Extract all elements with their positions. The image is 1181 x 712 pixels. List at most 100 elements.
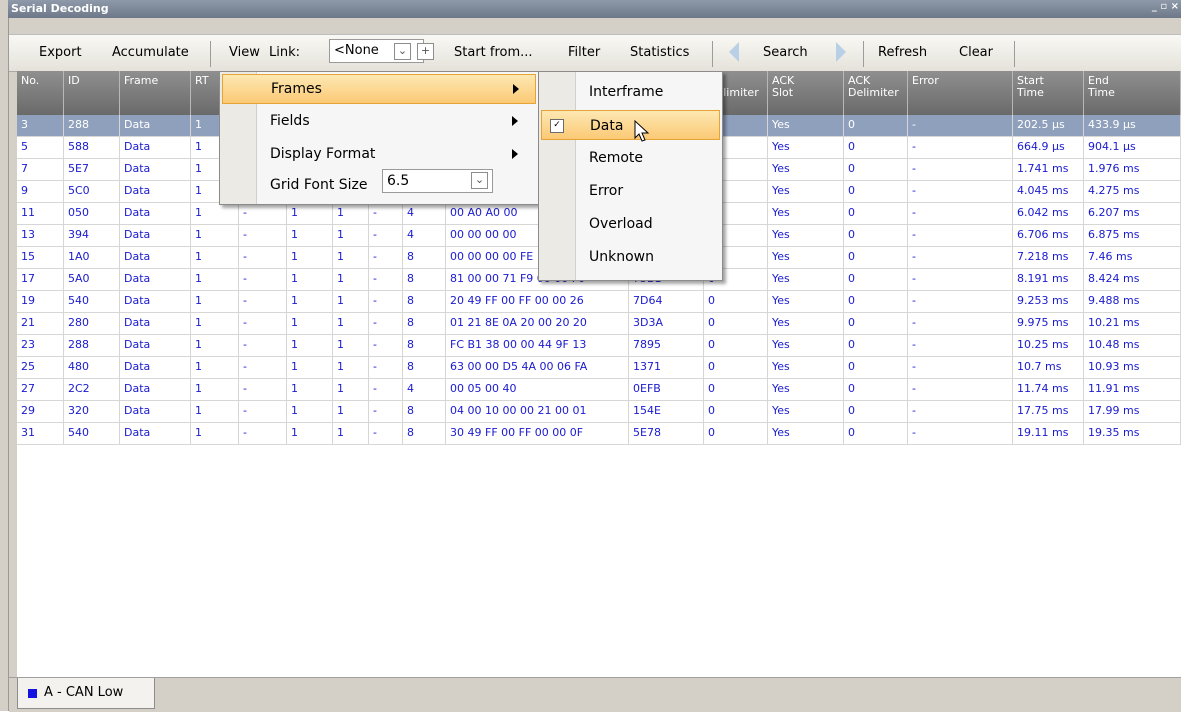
column-header-start-time[interactable]: Start Time (1013, 71, 1084, 115)
export-button[interactable]: Export (39, 45, 82, 60)
column-header-id[interactable]: ID (64, 71, 120, 115)
menu-item-fields-label: Fields (270, 113, 310, 129)
menu-item-display-format[interactable]: Display Format (222, 140, 536, 170)
table-row[interactable]: 25 480 Data 1-1 1-8 63 00 00 D5 4A 00 06 FA 13… (17, 357, 1181, 379)
add-icon[interactable]: + (417, 43, 434, 60)
table-cell-ack: Yes (768, 225, 844, 246)
start-from-button[interactable]: Start from... (454, 45, 533, 60)
channel-color-icon (28, 689, 37, 698)
menu-item-fields[interactable]: Fields (222, 107, 536, 137)
table-row[interactable]: 23 288 Data 1-1 1-8 FC B1 38 00 00 44 9F 13 78… (17, 335, 1181, 357)
table-cell-end: 7.46 ms (1084, 247, 1181, 268)
submenu-item-data[interactable]: ✓ Data (541, 110, 720, 140)
table-cell-no: 11 (17, 203, 64, 224)
submenu-item-error[interactable]: Error (541, 176, 720, 206)
table-cell-frame: Data (120, 247, 191, 268)
column-header-error[interactable]: Error (908, 71, 1013, 115)
submenu-item-remote[interactable]: Remote (541, 143, 720, 173)
table-cell-end: 19.35 ms (1084, 423, 1181, 444)
table-cell-id: 394 (64, 225, 120, 246)
view-menu-button[interactable]: View (229, 45, 260, 60)
channel-tab[interactable]: A - CAN Low (17, 678, 155, 709)
table-cell-c6: 1 (287, 313, 333, 334)
table-cell-err: - (908, 379, 1013, 400)
table-cell-c7: 1 (333, 357, 369, 378)
table-cell-err: - (908, 401, 1013, 422)
table-cell-rt: 1 (191, 401, 239, 422)
submenu-item-interframe[interactable]: Interframe (541, 77, 720, 107)
bottom-tab-bar: A - CAN Low (9, 677, 1181, 712)
statistics-button[interactable]: Statistics (630, 45, 689, 60)
menu-item-frames-label: Frames (271, 81, 322, 97)
menu-item-grid-font-size-label: Grid Font Size (270, 177, 368, 193)
clear-button[interactable]: Clear (959, 45, 993, 60)
table-cell-no: 23 (17, 335, 64, 356)
table-cell-frame: Data (120, 313, 191, 334)
table-cell-ack: Yes (768, 335, 844, 356)
accumulate-button[interactable]: Accumulate (112, 45, 189, 60)
refresh-button[interactable]: Refresh (878, 45, 927, 60)
table-cell-err: - (908, 313, 1013, 334)
mouse-pointer-icon (634, 120, 650, 142)
table-cell-err: - (908, 335, 1013, 356)
table-cell-no: 25 (17, 357, 64, 378)
table-cell-crcd: 0 (704, 291, 768, 312)
toolbar-separator (210, 41, 211, 67)
table-cell-start: 9.975 ms (1013, 313, 1084, 334)
submenu-item-overload[interactable]: Overload (541, 209, 720, 239)
table-cell-id: 540 (64, 291, 120, 312)
table-cell-ackd: 0 (844, 225, 908, 246)
table-cell-dlc: 8 (403, 313, 446, 334)
column-header-ack-slot[interactable]: ACK Slot (768, 71, 844, 115)
table-cell-err: - (908, 423, 1013, 444)
table-cell-c5: - (239, 357, 287, 378)
table-row[interactable]: 29 320 Data 1-1 1-8 04 00 10 00 00 21 00 01 15… (17, 401, 1181, 423)
grid-font-size-select[interactable]: 6.5 ⌄ (382, 169, 493, 193)
table-cell-no: 9 (17, 181, 64, 202)
table-cell-frame: Data (120, 269, 191, 290)
table-cell-c7: 1 (333, 379, 369, 400)
table-cell-rt: 1 (191, 357, 239, 378)
chevron-down-icon[interactable]: ⌄ (394, 43, 411, 60)
search-next-icon[interactable] (836, 42, 846, 62)
table-row[interactable]: 19 540 Data 1-1 1-8 20 49 FF 00 FF 00 00 26 7D… (17, 291, 1181, 313)
grid-font-size-value: 6.5 (387, 173, 410, 189)
column-header-ack-delimiter[interactable]: ACK Delimiter (844, 71, 908, 115)
table-cell-ackd: 0 (844, 401, 908, 422)
table-cell-ack: Yes (768, 401, 844, 422)
table-row[interactable]: 27 2C2 Data 1-1 1-4 00 05 00 40 0EFB 0 Yes 0-11.7… (17, 379, 1181, 401)
table-cell-crcd: 0 (704, 379, 768, 400)
submenu-item-unknown[interactable]: Unknown (541, 242, 720, 272)
table-row[interactable]: 21 280 Data 1-1 1-8 01 21 8E 0A 20 00 20 20 3D… (17, 313, 1181, 335)
column-header-frame[interactable]: Frame (120, 71, 191, 115)
submenu-item-label: Interframe (589, 84, 664, 100)
table-row[interactable]: 31 540 Data 1-1 1-8 30 49 FF 00 FF 00 00 0F 5E… (17, 423, 1181, 445)
table-cell-ackd: 0 (844, 335, 908, 356)
table-cell-frame: Data (120, 137, 191, 158)
table-cell-ackd: 0 (844, 247, 908, 268)
table-cell-c6: 1 (287, 335, 333, 356)
table-cell-frame: Data (120, 159, 191, 180)
table-cell-frame: Data (120, 291, 191, 312)
chevron-down-icon[interactable]: ⌄ (471, 172, 488, 189)
table-cell-crc: 154E (629, 401, 704, 422)
table-cell-id: 288 (64, 335, 120, 356)
table-cell-dlc: 4 (403, 379, 446, 400)
menu-item-frames[interactable]: Frames (222, 74, 536, 104)
table-cell-frame: Data (120, 225, 191, 246)
column-header-end-time[interactable]: End Time (1084, 71, 1181, 115)
filter-button[interactable]: Filter (568, 45, 600, 60)
table-cell-rt: 1 (191, 225, 239, 246)
table-cell-rt: 1 (191, 291, 239, 312)
table-cell-c5: - (239, 247, 287, 268)
serial-decoding-window: Serial Decoding _ ▫ × Export Accumulate … (0, 0, 1181, 712)
table-cell-err: - (908, 137, 1013, 158)
search-button[interactable]: Search (763, 45, 808, 60)
column-header-no[interactable]: No. (17, 71, 64, 115)
table-cell-no: 27 (17, 379, 64, 400)
search-previous-icon[interactable] (729, 42, 739, 62)
table-cell-start: 202.5 µs (1013, 115, 1084, 136)
window-controls[interactable]: _ ▫ × (1152, 1, 1179, 12)
table-cell-frame: Data (120, 357, 191, 378)
table-cell-ack: Yes (768, 357, 844, 378)
